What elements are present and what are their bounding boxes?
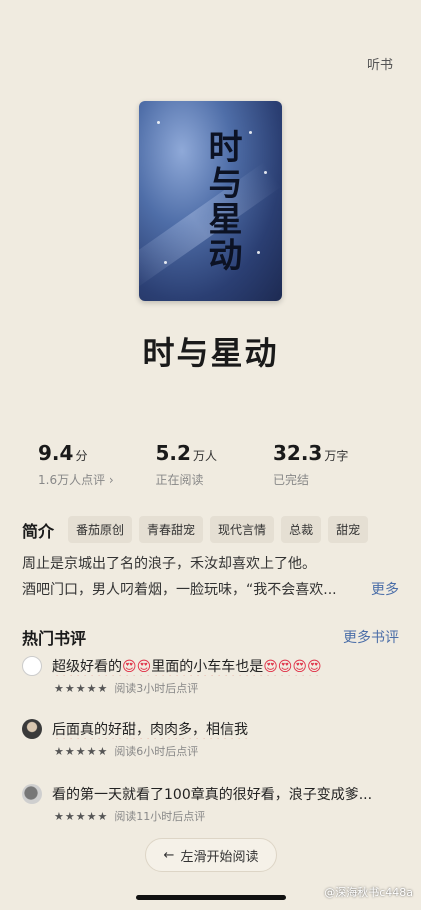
stat-sub: 已完结 bbox=[273, 473, 310, 487]
intro-description: 周止是京城出了名的浪子，禾汝却喜欢上了他。 酒吧门口，男人叼着烟，一脸玩味，“我… bbox=[22, 551, 399, 603]
intro-line: 酒吧门口，男人叼着烟，一脸玩味，“我不会喜欢... bbox=[22, 582, 337, 598]
tag[interactable]: 番茄原创 bbox=[68, 516, 133, 543]
stat-value: 9.4 bbox=[38, 441, 74, 465]
reviews-heading: 热门书评 bbox=[22, 629, 87, 648]
book-cover[interactable]: 时与星动 bbox=[139, 101, 282, 301]
intro-heading: 简介 bbox=[22, 521, 55, 541]
review-text: 超级好看的😍😍里面的小车车也是😍😍😍😍 bbox=[52, 659, 322, 675]
intro-line: 周止是京城出了名的浪子，禾汝却喜欢上了他。 bbox=[22, 556, 316, 572]
swipe-to-read-button[interactable]: ← 左滑开始阅读 bbox=[145, 838, 277, 872]
home-indicator[interactable] bbox=[136, 895, 286, 900]
rating-stars: ★★★★★ bbox=[54, 744, 109, 758]
review-meta: 阅读11小时后点评 bbox=[114, 810, 206, 823]
stat-sub: 正在阅读 bbox=[155, 473, 204, 487]
tag[interactable]: 现代言情 bbox=[210, 516, 275, 543]
book-title: 时与星动 bbox=[142, 334, 279, 372]
review-item[interactable]: 超级好看的😍😍里面的小车车也是😍😍😍😍 ★★★★★ 阅读3小时后点评 bbox=[22, 656, 399, 696]
tag[interactable]: 青春甜宠 bbox=[139, 516, 204, 543]
swipe-to-read-label: 左滑开始阅读 bbox=[180, 849, 259, 865]
stat-rating[interactable]: 9.4 分 1.6万人点评 › bbox=[38, 441, 148, 488]
tag-list: 番茄原创 青春甜宠 现代言情 总裁 甜宠 bbox=[68, 516, 369, 543]
stat-unit: 万人 bbox=[192, 449, 217, 463]
avatar bbox=[22, 719, 42, 739]
stats-row: 9.4 分 1.6万人点评 › 5.2 万人 正在阅读 32.3 万字 已完结 bbox=[38, 441, 383, 488]
review-item[interactable]: 后面真的好甜，肉肉多，相信我 ★★★★★ 阅读6小时后点评 bbox=[22, 719, 399, 759]
cover-star bbox=[249, 131, 252, 134]
review-meta: 阅读6小时后点评 bbox=[114, 745, 199, 758]
avatar bbox=[22, 656, 42, 676]
heart-eyes-emoji: 😍😍 bbox=[122, 659, 152, 675]
stat-value: 5.2 bbox=[155, 441, 191, 465]
tag[interactable]: 甜宠 bbox=[328, 516, 369, 543]
rating-stars: ★★★★★ bbox=[54, 681, 109, 695]
stat-value: 32.3 bbox=[273, 441, 323, 465]
arrow-left-icon: ← bbox=[163, 847, 175, 863]
review-item[interactable]: 看的第一天就看了100章真的很好看，浪子变成爹... ★★★★★ 阅读11小时后… bbox=[22, 784, 399, 824]
cover-title: 时与星动 bbox=[202, 129, 242, 273]
cover-star bbox=[257, 251, 260, 254]
stat-unit: 万字 bbox=[324, 449, 349, 463]
cover-star bbox=[157, 121, 160, 124]
heart-eyes-emoji: 😍😍😍😍 bbox=[263, 659, 322, 675]
stat-sub: 1.6万人点评 › bbox=[38, 473, 114, 487]
cover-star bbox=[164, 261, 167, 264]
intro-header: 简介 番茄原创 青春甜宠 现代言情 总裁 甜宠 bbox=[22, 516, 399, 543]
listen-button[interactable]: 听书 bbox=[367, 54, 393, 73]
cover-star bbox=[264, 171, 267, 174]
watermark: @深海秋书c448a bbox=[324, 886, 413, 899]
review-text: 看的第一天就看了100章真的很好看，浪子变成爹... bbox=[52, 787, 373, 803]
more-reviews-link[interactable]: 更多书评 bbox=[343, 627, 399, 647]
stat-readers: 5.2 万人 正在阅读 bbox=[156, 441, 266, 488]
intro-more-link[interactable]: 更多 bbox=[371, 577, 399, 603]
stat-unit: 分 bbox=[75, 449, 88, 463]
avatar bbox=[22, 784, 42, 804]
reviews-header: 热门书评 更多书评 bbox=[22, 625, 399, 649]
rating-stars: ★★★★★ bbox=[54, 809, 109, 823]
tag[interactable]: 总裁 bbox=[281, 516, 322, 543]
review-meta: 阅读3小时后点评 bbox=[114, 682, 199, 695]
review-text: 后面真的好甜，肉肉多，相信我 bbox=[52, 722, 248, 738]
stat-words: 32.3 万字 已完结 bbox=[273, 441, 383, 488]
